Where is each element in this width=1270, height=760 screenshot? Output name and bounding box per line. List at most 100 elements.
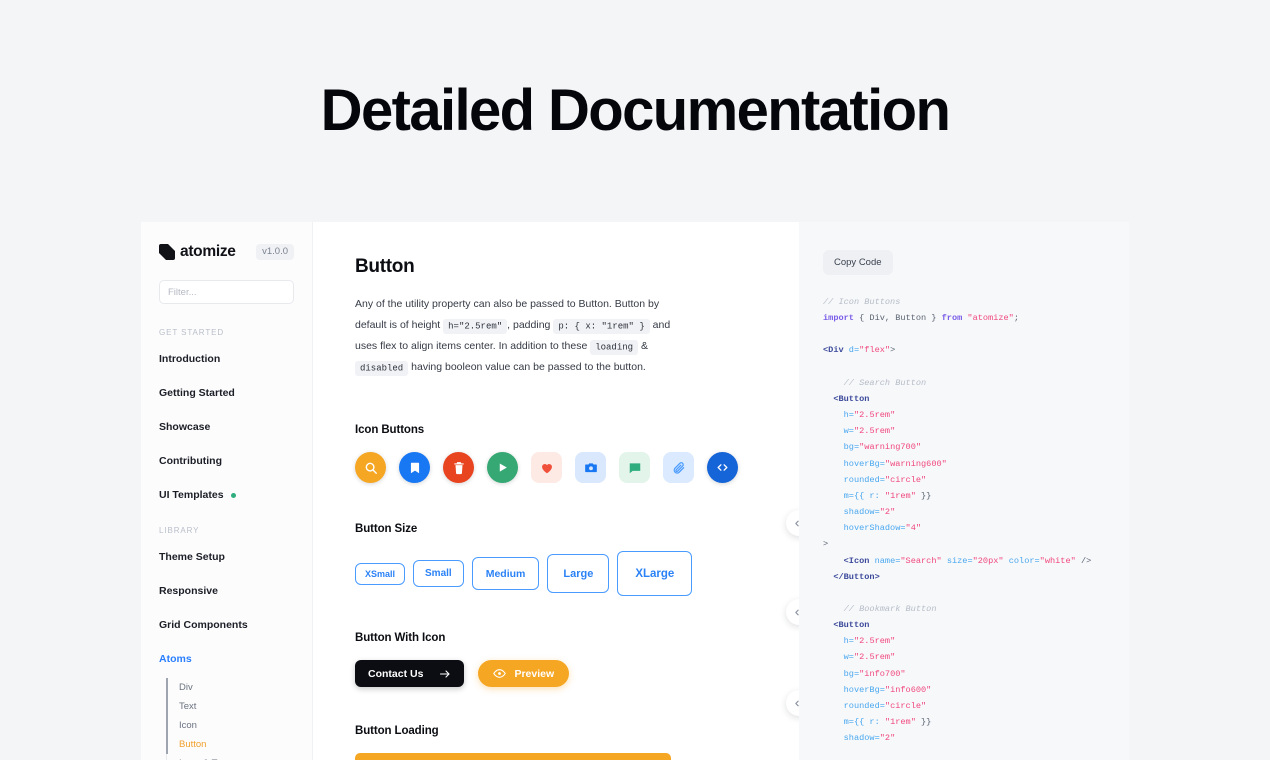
sidebar-item-grid-components[interactable]: Grid Components [141, 614, 312, 636]
arrow-right-icon [440, 669, 450, 678]
nav-group-library: LIBRARY Theme Setup Responsive Grid Comp… [141, 526, 312, 670]
inline-code-height: h="2.5rem" [443, 318, 508, 334]
filter-input[interactable] [159, 280, 294, 304]
play-icon [499, 463, 507, 472]
docs-heading: Button [355, 256, 415, 277]
sidebar-sub-nav-atoms: Div Text Icon Button Input & Textarea Ch… [166, 678, 312, 760]
sidebar-subitem-button[interactable]: Button [167, 735, 312, 754]
code-tag-button-bookmark: <Button [823, 620, 870, 631]
page-hero: Detailed Documentation [0, 0, 1270, 222]
code-val-color: "white" [1039, 555, 1076, 566]
contact-us-button[interactable]: Contact Us [355, 660, 465, 687]
code-attr-w: w= [843, 426, 854, 437]
atomize-logo-icon [159, 244, 175, 260]
sidebar-item-getting-started[interactable]: Getting Started [141, 382, 312, 404]
code-attr-rounded: rounded= [843, 474, 885, 485]
icon-button-delete[interactable] [443, 452, 474, 483]
docs-app-frame: atomize v1.0.0 GET STARTED Introduction … [141, 222, 1129, 760]
icon-button-search[interactable] [355, 452, 386, 483]
button-with-icon-row: Contact Us Preview [355, 660, 799, 687]
sidebar-item-label: Getting Started [159, 387, 235, 399]
sidebar-item-label: Theme Setup [159, 551, 225, 563]
brand-name: atomize [180, 243, 236, 260]
icon-button-comment[interactable] [619, 452, 650, 483]
copy-code-button[interactable]: Copy Code [823, 250, 893, 275]
new-indicator-dot [230, 492, 236, 498]
code-val-bg: "warning700" [859, 442, 922, 453]
preview-button[interactable]: Preview [478, 660, 570, 687]
code-attr-hovershadow: hoverShadow= [843, 523, 906, 534]
sidebar-item-atoms[interactable]: Atoms [141, 648, 312, 670]
loading-button[interactable]: Loading & Disable on Click [355, 753, 671, 760]
code-icon [717, 464, 728, 471]
code-tag-close: > [890, 345, 896, 356]
code-attr-h2: h= [843, 636, 854, 647]
bookmark-icon [410, 462, 419, 473]
code-attr-m2: m={{ r: [843, 717, 885, 728]
size-button-xsmall[interactable]: XSmall [355, 562, 406, 585]
code-attr-hoverbg2: hoverBg= [843, 684, 885, 695]
sidebar-subitem-text[interactable]: Text [167, 697, 312, 716]
code-val-m2: "1rem" [884, 717, 916, 728]
code-comment-bookmark-button: // Bookmark Button [833, 603, 937, 614]
heart-icon [541, 463, 552, 473]
sidebar-subitem-div[interactable]: Div [167, 678, 312, 697]
size-button-large[interactable]: Large [547, 554, 610, 593]
sidebar-item-label: Introduction [159, 353, 221, 365]
sidebar: atomize v1.0.0 GET STARTED Introduction … [141, 222, 313, 760]
code-val-h2: "2.5rem" [853, 636, 896, 647]
code-attr-bg: bg= [843, 442, 860, 453]
nav-group-get-started: GET STARTED Introduction Getting Started… [141, 328, 312, 506]
nav-group-title-library: LIBRARY [159, 526, 200, 535]
sidebar-subitem-label: Div [179, 682, 193, 693]
code-attr-hoverbg: hoverBg= [843, 458, 885, 469]
size-button-small[interactable]: Small [413, 560, 464, 587]
code-attr-color: color= [1003, 555, 1040, 566]
code-snippet: // Icon Buttons import { Div, Button } f… [823, 294, 1129, 746]
sidebar-item-showcase[interactable]: Showcase [141, 416, 312, 438]
code-semicolon: ; [1013, 313, 1020, 324]
icon-button-attachment[interactable] [663, 452, 694, 483]
sidebar-subitem-icon[interactable]: Icon [167, 716, 312, 735]
section-button-size: Button Size XSmall Small Medium Large XL… [355, 523, 799, 596]
code-val-shadow2: "2" [879, 733, 896, 744]
sidebar-item-ui-templates[interactable]: UI Templates [141, 484, 312, 506]
code-val-hoverbg2: "info600" [884, 684, 932, 695]
sidebar-item-contributing[interactable]: Contributing [141, 450, 312, 472]
sidebar-item-label: Contributing [159, 455, 222, 467]
code-tag-icon: <Icon [843, 555, 870, 566]
code-attr-h: h= [843, 410, 854, 421]
code-val-hovershadow: "4" [905, 523, 922, 534]
trash-icon [453, 461, 464, 474]
sidebar-subitem-input-textarea[interactable]: Input & Textarea [167, 754, 312, 760]
code-val-bg2: "info700" [859, 668, 906, 679]
section-icon-buttons: Icon Buttons [355, 424, 799, 483]
code-attr-name: name= [869, 555, 901, 566]
code-toggle-button-with-icon[interactable] [786, 599, 799, 625]
code-attr-shadow: shadow= [843, 507, 880, 518]
section-label-button-loading: Button Loading [355, 725, 439, 737]
sidebar-item-responsive[interactable]: Responsive [141, 580, 312, 602]
version-badge: v1.0.0 [256, 244, 294, 260]
code-attr-shadow2: shadow= [843, 733, 880, 744]
icon-button-favorite[interactable] [531, 452, 562, 483]
code-tag-div: <Div [823, 345, 844, 356]
section-label-button-size: Button Size [355, 523, 418, 535]
code-m-tail2: }} [915, 717, 932, 728]
size-button-xlarge[interactable]: XLarge [617, 551, 693, 596]
nav-group-title-get-started: GET STARTED [159, 328, 225, 337]
sidebar-item-introduction[interactable]: Introduction [141, 348, 312, 370]
contact-us-label: Contact Us [368, 667, 424, 680]
sidebar-item-label: Responsive [159, 585, 218, 597]
code-attr-size: size= [941, 555, 973, 566]
section-label-button-with-icon: Button With Icon [355, 632, 446, 644]
code-toggle-button-loading[interactable] [786, 690, 799, 716]
icon-button-play[interactable] [487, 452, 518, 483]
sidebar-item-theme-setup[interactable]: Theme Setup [141, 546, 312, 568]
size-button-medium[interactable]: Medium [471, 557, 540, 590]
icon-button-camera[interactable] [575, 452, 606, 483]
icon-button-code[interactable] [707, 452, 738, 483]
icon-button-bookmark[interactable] [399, 452, 430, 483]
code-import-module: "atomize" [962, 313, 1014, 324]
code-attr-bg2: bg= [843, 668, 860, 679]
